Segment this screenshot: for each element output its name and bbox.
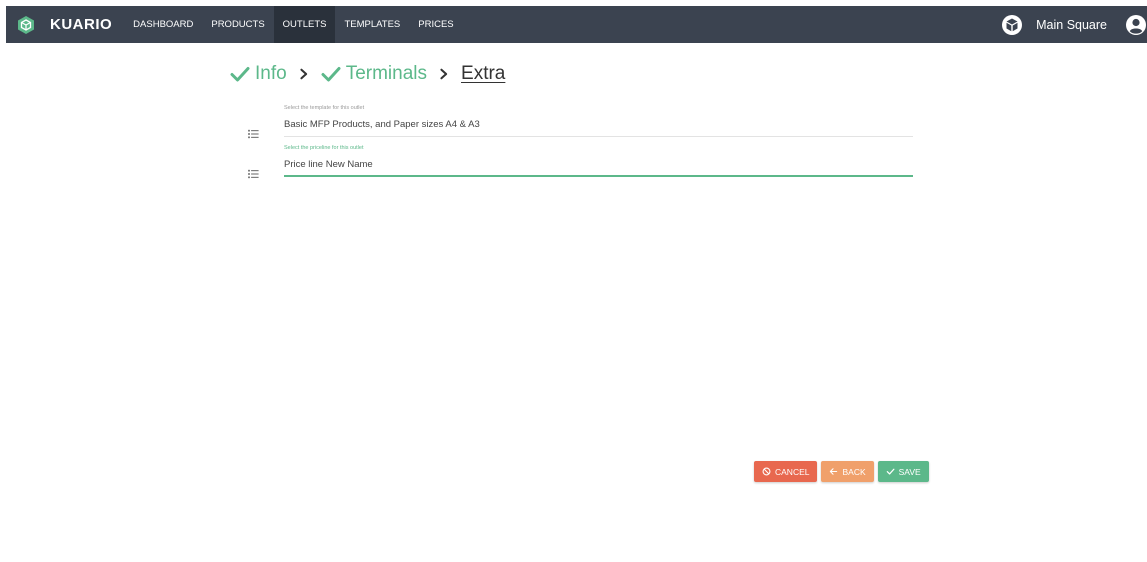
template-select-value[interactable]: Basic MFP Products, and Paper sizes A4 &…: [284, 119, 480, 130]
main-nav: DASHBOARD PRODUCTS OUTLETS TEMPLATES PRI…: [124, 6, 462, 43]
template-select-label: Select the template for this outlet: [284, 105, 365, 111]
app-frame: KUARIO DASHBOARD PRODUCTS OUTLETS TEMPLA…: [6, 6, 1147, 562]
top-navbar: KUARIO DASHBOARD PRODUCTS OUTLETS TEMPLA…: [6, 6, 1147, 43]
priceline-select-underline: [284, 175, 913, 177]
check-icon: [230, 67, 250, 82]
nav-item-outlets[interactable]: OUTLETS: [273, 6, 336, 43]
nav-item-templates[interactable]: TEMPLATES: [335, 6, 409, 43]
template-select-underline: [284, 136, 913, 137]
ban-icon: [762, 467, 771, 476]
step-info-label: Info: [255, 63, 287, 84]
user-account-icon[interactable]: [1125, 14, 1147, 36]
chevron-right-icon: [437, 67, 451, 81]
store-box-icon[interactable]: [1001, 14, 1023, 36]
priceline-select-label: Select the priceline for this outlet: [284, 145, 364, 151]
nav-item-dashboard[interactable]: DASHBOARD: [124, 6, 202, 43]
wizard-stepper: Info Terminals Extra: [230, 63, 505, 85]
check-icon: [321, 67, 341, 82]
kuario-logo-icon[interactable]: [16, 15, 36, 35]
cancel-button-label: CANCEL: [775, 466, 810, 477]
nav-right: Main Square: [1001, 6, 1147, 43]
store-selector[interactable]: Main Square: [1036, 18, 1107, 32]
priceline-select-value[interactable]: Price line New Name: [284, 159, 373, 170]
brand-name[interactable]: KUARIO: [50, 16, 112, 33]
priceline-select[interactable]: Select the priceline for this outlet Pri…: [248, 145, 913, 179]
save-button[interactable]: SAVE: [877, 461, 929, 482]
nav-item-products[interactable]: PRODUCTS: [202, 6, 273, 43]
step-extra[interactable]: Extra: [461, 63, 505, 85]
list-icon: [248, 126, 262, 139]
template-select[interactable]: Select the template for this outlet Basi…: [248, 105, 913, 139]
back-button[interactable]: BACK: [821, 461, 874, 482]
check-icon: [886, 468, 895, 475]
arrow-left-icon: [830, 468, 838, 475]
list-icon: [248, 166, 262, 179]
back-button-label: BACK: [842, 466, 866, 477]
step-terminals[interactable]: Terminals: [321, 63, 427, 85]
nav-item-prices[interactable]: PRICES: [409, 6, 462, 43]
cancel-button[interactable]: CANCEL: [754, 461, 818, 482]
step-terminals-label: Terminals: [345, 63, 428, 84]
form-actions: CANCEL BACK SAVE: [754, 461, 929, 482]
chevron-right-icon: [297, 67, 311, 81]
step-extra-label: Extra: [461, 63, 506, 84]
save-button-label: SAVE: [898, 466, 921, 477]
step-info[interactable]: Info: [230, 63, 287, 85]
